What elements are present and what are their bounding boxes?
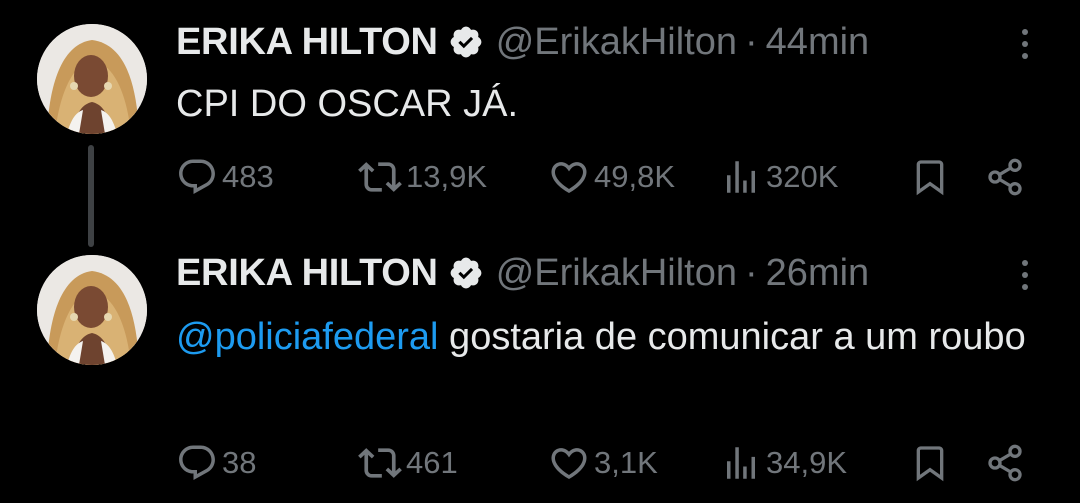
bookmark-button[interactable]	[910, 441, 954, 485]
like-count: 3,1K	[594, 445, 658, 480]
timestamp[interactable]: 44min	[766, 21, 870, 64]
reply-button[interactable]: 483	[176, 155, 274, 199]
retweet-button[interactable]: 461	[358, 441, 458, 485]
like-count: 49,8K	[594, 159, 676, 194]
views-button[interactable]: 320K	[720, 155, 838, 199]
reply-button[interactable]: 38	[176, 441, 256, 485]
share-button[interactable]	[985, 155, 1029, 199]
timestamp[interactable]: 26min	[766, 252, 870, 295]
retweet-icon	[358, 448, 402, 478]
author-name[interactable]: ERIKA HILTON	[176, 21, 438, 64]
separator-dot: ·	[745, 251, 758, 294]
tweet-text: CPI DO OSCAR JÁ.	[176, 78, 1046, 130]
tweet[interactable]: ERIKA HILTON @ErikakHilton · 44min CPI D…	[0, 0, 1080, 255]
views-count: 320K	[766, 159, 839, 194]
reply-icon	[179, 445, 215, 480]
tweet-text-content: gostaria de comunicar a um roubo	[438, 316, 1026, 358]
avatar[interactable]	[37, 255, 147, 365]
avatar[interactable]	[37, 24, 147, 134]
retweet-count: 13,9K	[406, 159, 488, 194]
verified-badge-icon	[448, 255, 484, 291]
tweet-text-content: CPI DO OSCAR JÁ.	[176, 83, 519, 125]
author-name[interactable]: ERIKA HILTON	[176, 252, 438, 295]
views-count: 34,9K	[766, 445, 848, 480]
like-button[interactable]: 3,1K	[548, 441, 658, 485]
more-options-icon[interactable]	[1013, 24, 1037, 64]
action-bar: 38 461 3,1K 34,9K	[0, 441, 1080, 485]
avatar-image	[37, 24, 147, 134]
retweet-count: 461	[406, 445, 458, 480]
bookmark-icon	[916, 160, 944, 196]
action-bar: 483 13,9K 49,8K 320K	[0, 155, 1080, 199]
bookmark-button[interactable]	[910, 155, 954, 199]
reply-count: 38	[222, 445, 257, 480]
author-handle[interactable]: @ErikakHilton	[496, 21, 737, 64]
views-icon	[727, 161, 755, 193]
like-button[interactable]: 49,8K	[548, 155, 675, 199]
more-options-icon[interactable]	[1013, 255, 1037, 295]
share-icon	[988, 158, 1022, 196]
heart-icon	[551, 162, 587, 194]
avatar-image	[37, 255, 147, 365]
retweet-button[interactable]: 13,9K	[358, 155, 487, 199]
tweet[interactable]: ERIKA HILTON @ErikakHilton · 26min @poli…	[0, 252, 1080, 503]
separator-dot: ·	[745, 20, 758, 63]
tweet-text: @policiafederal gostaria de comunicar a …	[176, 311, 1046, 363]
tweet-header: ERIKA HILTON @ErikakHilton · 44min	[176, 17, 869, 67]
bookmark-icon	[916, 446, 944, 482]
views-button[interactable]: 34,9K	[720, 441, 847, 485]
reply-count: 483	[222, 159, 274, 194]
retweet-icon	[358, 162, 402, 192]
mention-link[interactable]: @policiafederal	[176, 316, 439, 358]
heart-icon	[551, 448, 587, 480]
share-button[interactable]	[985, 441, 1029, 485]
verified-badge-icon	[448, 24, 484, 60]
share-icon	[988, 444, 1022, 482]
views-icon	[727, 447, 755, 479]
author-handle[interactable]: @ErikakHilton	[496, 252, 737, 295]
tweet-header: ERIKA HILTON @ErikakHilton · 26min	[176, 248, 869, 298]
reply-icon	[179, 159, 215, 194]
